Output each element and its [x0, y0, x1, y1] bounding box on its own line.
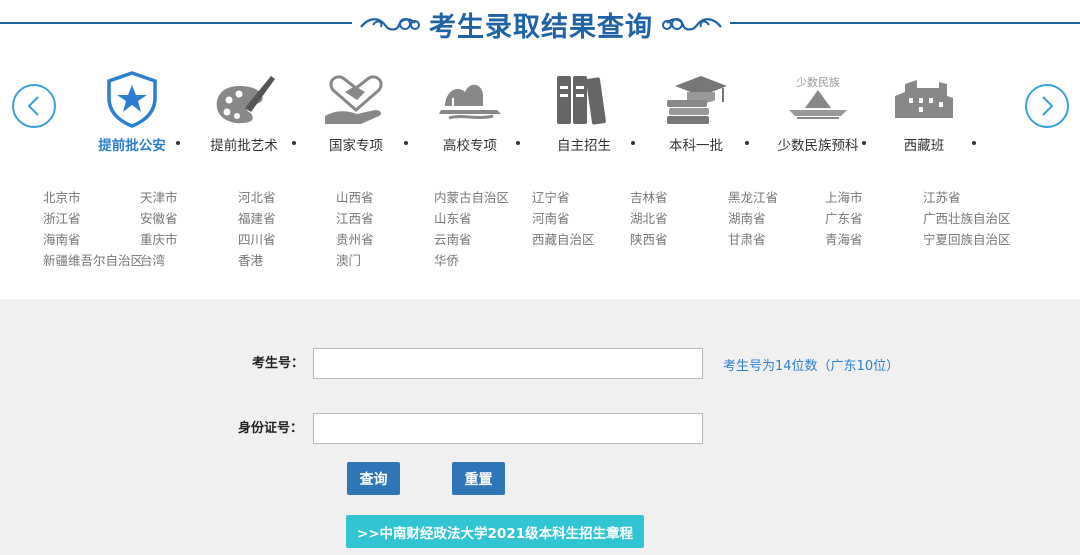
- province-link[interactable]: 福建省: [238, 210, 276, 228]
- potala-palace-icon: [895, 80, 953, 118]
- exam-no-input[interactable]: [313, 348, 703, 379]
- province-link[interactable]: 澳门: [336, 252, 361, 270]
- category-item-independent[interactable]: 自主招生: [528, 66, 640, 156]
- query-form: 考生号： 考生号为14位数（广东10位） 身份证号： 查询 重置 >>中南财经政…: [0, 299, 1080, 555]
- category-label: 西藏班: [903, 138, 945, 154]
- province-link[interactable]: 贵州省: [336, 231, 374, 249]
- province-link[interactable]: 山东省: [434, 210, 472, 228]
- province-link[interactable]: 云南省: [434, 231, 472, 249]
- province-link[interactable]: 安徽省: [140, 210, 178, 228]
- category-label: 国家专项: [329, 138, 383, 154]
- chevron-right-icon: [1042, 96, 1054, 116]
- province-link[interactable]: 陕西省: [630, 231, 668, 249]
- separator-dot: [745, 141, 749, 145]
- category-label: 提前批艺术: [210, 138, 278, 154]
- page-title: 考生录取结果查询: [429, 11, 653, 43]
- category-item-university[interactable]: 高校专项: [414, 66, 526, 156]
- province-link[interactable]: 四川省: [238, 231, 276, 249]
- province-link[interactable]: 河北省: [238, 189, 276, 207]
- paint-palette-icon: [216, 76, 275, 124]
- category-item-tibet[interactable]: 西藏班: [868, 66, 980, 156]
- province-link[interactable]: 江苏省: [923, 189, 961, 207]
- province-link[interactable]: 湖北省: [630, 210, 668, 228]
- province-link[interactable]: 河南省: [532, 210, 570, 228]
- category-item-minority[interactable]: 少数民族 少数民族预科: [762, 66, 874, 156]
- category-label: 自主招生: [557, 138, 611, 154]
- category-item-national[interactable]: 国家专项: [300, 66, 412, 156]
- province-link[interactable]: 上海市: [825, 189, 863, 207]
- handshake-icon: [325, 75, 383, 124]
- carousel-next-button[interactable]: [1025, 84, 1069, 128]
- exam-no-label: 考生号：: [252, 356, 305, 371]
- province-link[interactable]: 北京市: [43, 189, 81, 207]
- province-link[interactable]: 黑龙江省: [728, 189, 778, 207]
- category-item-police[interactable]: 提前批公安: [76, 66, 188, 156]
- category-label: 提前批公安: [98, 138, 166, 154]
- separator-dot: [631, 141, 635, 145]
- header-rule-right: [730, 22, 1080, 24]
- ornament-right-icon: [662, 18, 722, 31]
- province-link[interactable]: 广东省: [825, 210, 863, 228]
- province-link[interactable]: 湖南省: [728, 210, 766, 228]
- exam-no-hint: 考生号为14位数（广东10位）: [723, 359, 900, 374]
- category-label: 高校专项: [443, 138, 497, 154]
- page-header: 考生录取结果查询: [0, 0, 1080, 48]
- header-title-wrap: 考生录取结果查询: [352, 4, 730, 44]
- separator-dot: [972, 141, 976, 145]
- province-link[interactable]: 内蒙古自治区: [434, 189, 509, 207]
- province-link[interactable]: 新疆维吾尔自治区: [43, 252, 143, 270]
- separator-dot: [404, 141, 408, 145]
- separator-dot: [516, 141, 520, 145]
- province-link[interactable]: 香港: [238, 252, 263, 270]
- id-no-label: 身份证号：: [238, 421, 304, 436]
- province-link[interactable]: 重庆市: [140, 231, 178, 249]
- province-link[interactable]: 台湾: [140, 252, 165, 270]
- province-link[interactable]: 山西省: [336, 189, 374, 207]
- chevron-left-icon: [27, 96, 39, 116]
- police-shield-icon: [107, 71, 157, 128]
- province-link[interactable]: 华侨: [434, 252, 459, 270]
- province-link[interactable]: 吉林省: [630, 189, 668, 207]
- books-icon: [557, 76, 606, 125]
- separator-dot: [862, 141, 866, 145]
- category-item-undergrad[interactable]: 本科一批: [640, 66, 752, 156]
- landscape-icon: [439, 84, 501, 120]
- admission-rules-link[interactable]: >>中南财经政法大学2021级本科生招生章程: [346, 515, 644, 548]
- query-button[interactable]: 查询: [347, 462, 400, 495]
- separator-dot: [292, 141, 296, 145]
- separator-dot: [176, 141, 180, 145]
- reset-button[interactable]: 重置: [452, 462, 505, 495]
- province-link[interactable]: 江西省: [336, 210, 374, 228]
- province-link[interactable]: 甘肃省: [728, 231, 766, 249]
- category-carousel: 提前批公安 提前批艺术 国家专项 高校专项 自主招生 本科一批 少数民族 少数民…: [80, 66, 1000, 156]
- category-item-art[interactable]: 提前批艺术: [188, 66, 300, 156]
- id-no-input[interactable]: [313, 413, 703, 444]
- province-link[interactable]: 浙江省: [43, 210, 81, 228]
- province-link[interactable]: 青海省: [825, 231, 863, 249]
- province-link[interactable]: 宁夏回族自治区: [923, 231, 1011, 249]
- province-link[interactable]: 广西壮族自治区: [923, 210, 1011, 228]
- province-link[interactable]: 辽宁省: [532, 189, 570, 207]
- ethnic-hat-icon: 少数民族: [789, 75, 847, 119]
- ornament-left-icon: [360, 18, 420, 31]
- carousel-prev-button[interactable]: [12, 84, 56, 128]
- category-label: 本科一批: [669, 138, 723, 154]
- svg-text:少数民族: 少数民族: [796, 75, 840, 89]
- province-list: 北京市 天津市 河北省 山西省 内蒙古自治区 辽宁省 吉林省 黑龙江省 上海市 江苏省浙江省 安徽省…: [43, 189, 1043, 277]
- graduation-cap-icon: [667, 76, 727, 124]
- province-link[interactable]: 西藏自治区: [532, 231, 595, 249]
- province-link[interactable]: 海南省: [43, 231, 81, 249]
- category-label: 少数民族预科: [777, 138, 859, 154]
- province-link[interactable]: 天津市: [140, 189, 178, 207]
- header-rule-left: [0, 22, 352, 24]
